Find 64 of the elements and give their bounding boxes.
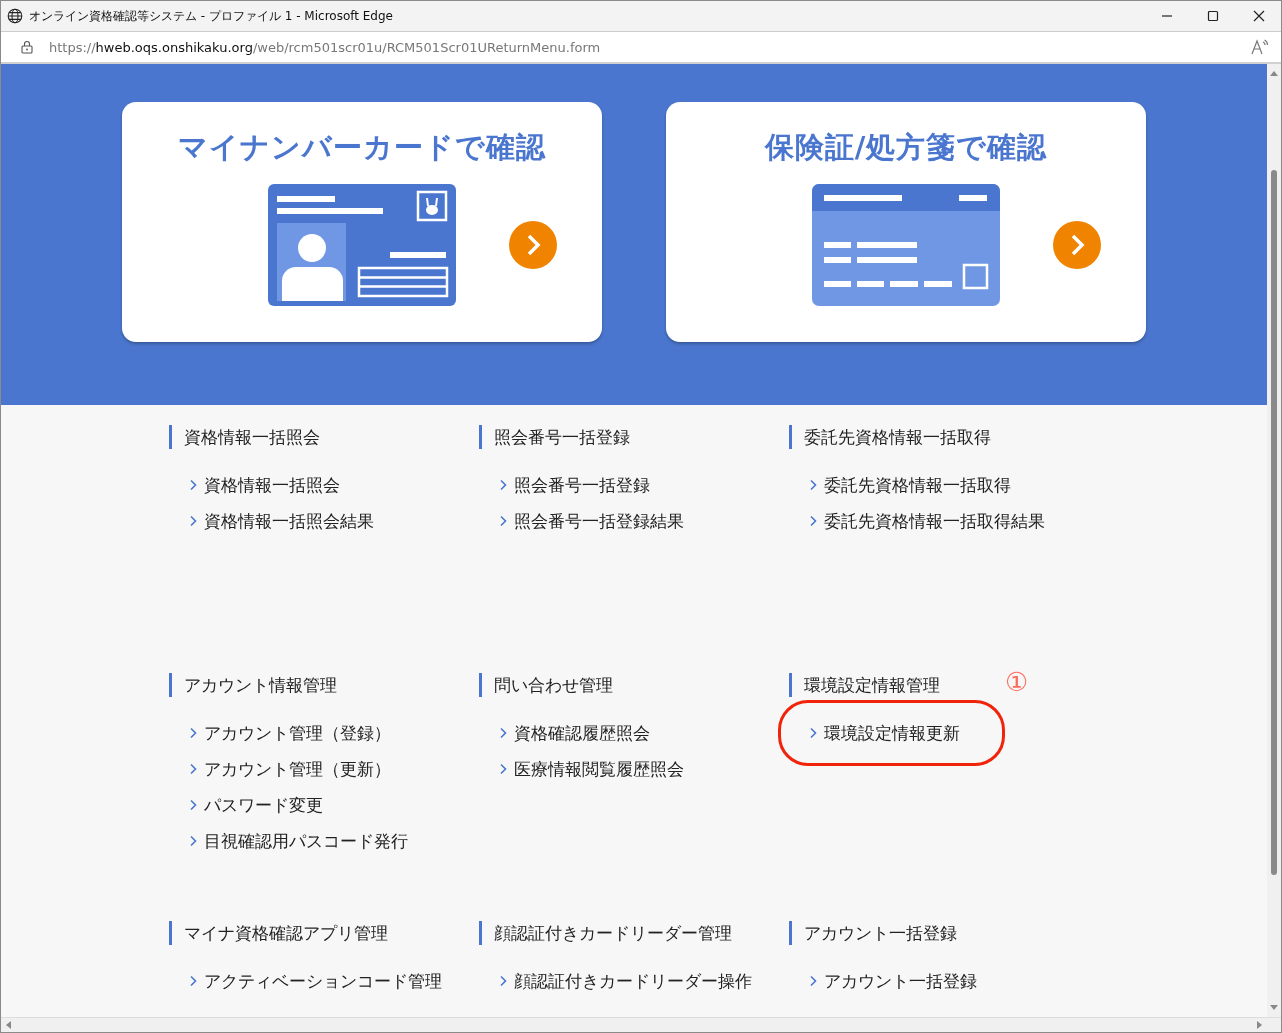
chevron-icon [499,975,507,987]
scroll-thumb[interactable] [1271,170,1277,875]
arrow-button-icon[interactable] [1053,221,1101,269]
menu-link[interactable]: アカウント管理（更新） [204,757,391,781]
section-heading: 委託先資格情報一括取得 [789,425,991,449]
chevron-icon [189,763,197,775]
chevron-icon [189,799,197,811]
menu-link[interactable]: 環境設定情報更新 [824,721,960,745]
chevron-icon [499,727,507,739]
menu-link[interactable]: パスワード変更 [204,793,323,817]
window-title: オンライン資格確認等システム - プロファイル 1 - Microsoft Edge [29,7,393,25]
menu-link[interactable]: 顔認証付きカードリーダー操作 [514,969,752,993]
chevron-icon [189,515,197,527]
menu-link[interactable]: 照会番号一括登録結果 [514,509,684,533]
section-heading: アカウント一括登録 [789,921,957,945]
chevron-icon [809,727,817,739]
menu-link[interactable]: 照会番号一括登録 [514,473,650,497]
annotation-number: ① [1005,667,1029,697]
lock-icon [21,40,33,54]
menu-link[interactable]: 委託先資格情報一括取得結果 [824,509,1045,533]
chevron-icon [189,835,197,847]
section-heading: アカウント情報管理 [169,673,337,697]
menu-link[interactable]: アクティベーションコード管理 [204,969,442,993]
chevron-icon [809,515,817,527]
address-field[interactable]: https://hweb.oqs.onshikaku.org/web/rcm501scr01u/RCM501Scr01UReturnMenu.form [49,39,601,55]
menu-link[interactable]: 委託先資格情報一括取得 [824,473,1011,497]
scroll-down-icon[interactable] [1270,1005,1278,1011]
chevron-icon [189,479,197,491]
card-title: マイナンバーカードで確認 [178,129,546,166]
section-heading: 照会番号一括登録 [479,425,630,449]
section-heading: 資格情報一括照会 [169,425,320,449]
menu-link[interactable]: アカウント管理（登録） [204,721,391,745]
menu-link[interactable]: 資格情報一括照会結果 [204,509,374,533]
confirm-card[interactable]: マイナンバーカードで確認 [122,102,602,342]
chevron-icon [499,479,507,491]
scroll-up-icon[interactable] [1270,70,1278,76]
globe-icon [7,8,23,24]
vertical-scrollbar[interactable] [1267,64,1281,1017]
confirm-card[interactable]: 保険証/処方箋で確認 [666,102,1146,342]
scroll-right-icon[interactable] [1257,1021,1263,1029]
card-title: 保険証/処方箋で確認 [764,129,1048,166]
close-icon[interactable] [1253,10,1265,22]
menu-link[interactable]: 資格情報一括照会 [204,473,340,497]
arrow-button-icon[interactable] [509,221,557,269]
menu-link[interactable]: 医療情報閲覧履歴照会 [514,757,684,781]
read-aloud-icon[interactable] [1251,39,1269,55]
section-heading: 問い合わせ管理 [479,673,613,697]
insurance-card-icon [812,184,1000,306]
section-heading: マイナ資格確認アプリ管理 [169,921,388,945]
menu-link[interactable]: 資格確認履歴照会 [514,721,650,745]
menu-link[interactable]: 目視確認用パスコード発行 [204,829,408,853]
id-card-icon [268,184,456,306]
maximize-icon[interactable] [1207,10,1219,22]
chevron-icon [499,515,507,527]
menu-link[interactable]: アカウント一括登録 [824,969,977,993]
chevron-icon [809,479,817,491]
chevron-icon [189,975,197,987]
section-heading: 顔認証付きカードリーダー管理 [479,921,732,945]
scroll-left-icon[interactable] [5,1021,11,1029]
horizontal-scrollbar[interactable] [1,1017,1281,1032]
chevron-icon [499,763,507,775]
chevron-icon [809,975,817,987]
chevron-icon [189,727,197,739]
section-heading: 環境設定情報管理 [789,673,940,697]
